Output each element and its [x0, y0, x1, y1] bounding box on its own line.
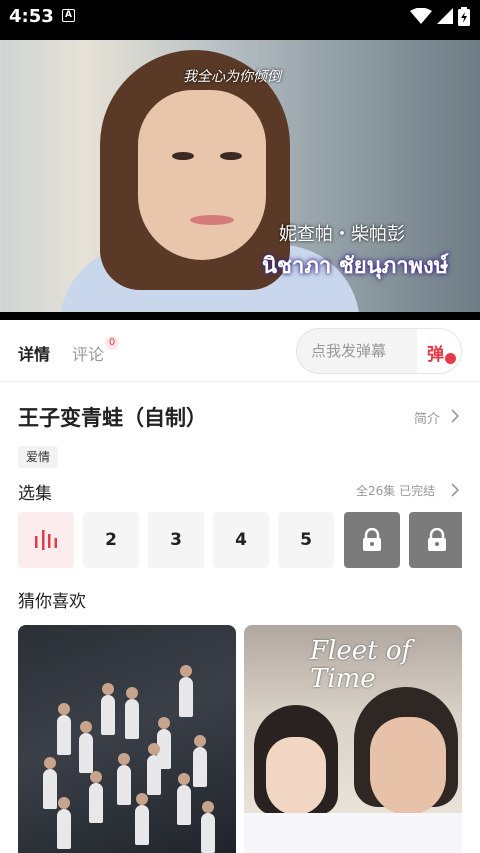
episode-item-7-locked[interactable] [409, 512, 462, 568]
intro-link[interactable]: 简介 [414, 408, 440, 427]
video-player[interactable]: 我全心为你倾倒 妮查帕・柴帕彭 นิชาภา ชัยนุภาพงษ์ [0, 32, 480, 320]
recommendation-card-2[interactable]: Fleet of Time [244, 625, 462, 853]
show-title: 王子变青蛙（自制） [18, 406, 207, 430]
episodes-heading: 选集 [18, 484, 52, 504]
lock-icon [363, 528, 381, 551]
genre-tag[interactable]: 爱情 [18, 446, 59, 468]
danmu-input[interactable] [297, 329, 417, 373]
episode-item-1[interactable] [18, 512, 74, 568]
wifi-icon [410, 8, 432, 24]
status-time: 4:53 [9, 6, 54, 27]
episode-item-4[interactable]: 4 [213, 512, 269, 568]
battery-icon [458, 7, 470, 26]
recommendation-card-2-title: Fleet of Time [310, 636, 412, 694]
signal-icon [437, 8, 453, 24]
recommendation-card-1[interactable] [18, 625, 236, 853]
episode-item-3[interactable]: 3 [148, 512, 204, 568]
tabs-row: 详情 评论 0 弹 [0, 320, 480, 382]
danmu-box: 弹 [296, 328, 462, 374]
status-bar: 4:53 A [0, 0, 480, 32]
danmu-toggle-button[interactable]: 弹 [417, 329, 461, 373]
recommendations-heading: 猜你喜欢 [18, 592, 86, 612]
episodes-summary[interactable]: 全26集 已完结 [356, 482, 435, 499]
tab-comment[interactable]: 评论 [72, 341, 104, 365]
playing-icon [35, 530, 57, 550]
episode-item-5[interactable]: 5 [278, 512, 334, 568]
video-caption-thai: นิชาภา ชัยนุภาพงษ์ [262, 254, 449, 279]
video-caption-top: 我全心为你倾倒 [183, 69, 281, 85]
tab-detail[interactable]: 详情 [18, 341, 50, 365]
notification-icon: A [62, 9, 75, 22]
comment-count-badge: 0 [105, 336, 119, 350]
video-caption-cn: 妮查帕・柴帕彭 [279, 224, 405, 245]
danmu-toggle-label: 弹 [427, 345, 444, 365]
episode-item-2[interactable]: 2 [83, 512, 139, 568]
video-frame: 我全心为你倾倒 妮查帕・柴帕彭 นิชาภา ชัยนุภาพงษ์ [0, 40, 480, 320]
chevron-right-icon[interactable] [450, 408, 460, 424]
check-icon [445, 353, 456, 364]
episode-item-6-locked[interactable] [344, 512, 400, 568]
lock-icon [428, 528, 446, 551]
chevron-right-icon[interactable] [450, 482, 460, 498]
